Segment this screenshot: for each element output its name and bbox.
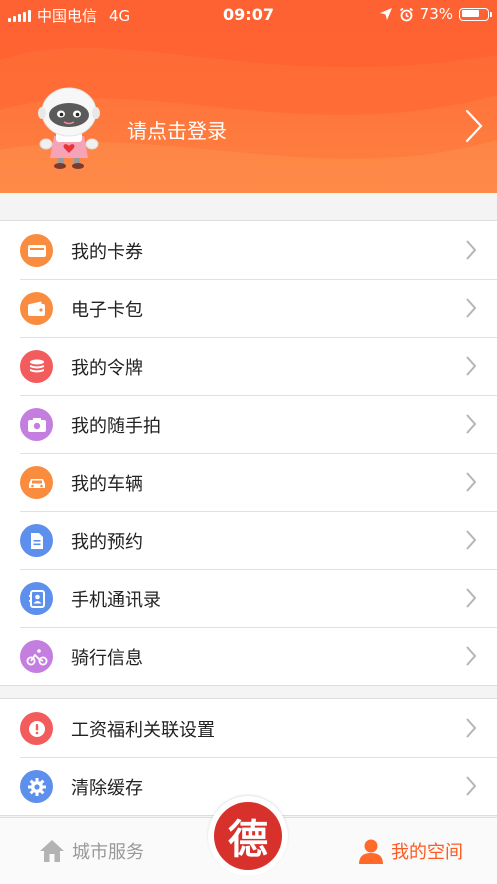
menu-item-snapshot[interactable]: 我的随手拍 (0, 395, 497, 453)
chevron-right-icon (466, 530, 477, 550)
gear-icon (20, 770, 53, 803)
menu-label: 我的卡券 (71, 242, 143, 263)
battery-percent: 73% (419, 5, 453, 23)
chevron-right-icon[interactable] (465, 109, 483, 143)
menu-item-coupons[interactable]: 我的卡券 (0, 221, 497, 279)
login-row[interactable]: 请点击登录 (0, 82, 497, 172)
chevron-right-icon (466, 356, 477, 376)
menu-item-cycling[interactable]: 骑行信息 (0, 627, 497, 685)
menu-label: 我的随手拍 (71, 416, 161, 437)
menu-item-salary-settings[interactable]: 工资福利关联设置 (0, 699, 497, 757)
chevron-right-icon (466, 240, 477, 260)
menu-item-vehicles[interactable]: 我的车辆 (0, 453, 497, 511)
center-logo-button[interactable]: 德 (208, 796, 288, 876)
menu-label: 手机通讯录 (71, 590, 161, 611)
battery-icon (459, 7, 492, 21)
menu-label: 我的预约 (71, 532, 143, 553)
menu-label: 我的车辆 (71, 474, 143, 495)
camera-icon (20, 408, 53, 441)
user-icon (359, 839, 383, 864)
menu-group-personal: 我的卡券 电子卡包 我的令牌 我的随手拍 我的车辆 我的预约 手机通讯录 骑行信… (0, 220, 497, 686)
menu-item-e-wallet[interactable]: 电子卡包 (0, 279, 497, 337)
chevron-right-icon (466, 646, 477, 666)
logo-character: 德 (214, 802, 282, 870)
coin-stack-icon (20, 350, 53, 383)
status-bar: 中国电信 4G 09:07 73% (0, 0, 497, 30)
document-icon (20, 524, 53, 557)
location-arrow-icon (379, 8, 392, 20)
chevron-right-icon (466, 414, 477, 434)
chevron-right-icon (466, 472, 477, 492)
login-prompt[interactable]: 请点击登录 (127, 115, 227, 144)
menu-label: 电子卡包 (71, 300, 143, 321)
tab-label: 城市服务 (72, 842, 144, 863)
menu-label: 骑行信息 (71, 648, 143, 669)
bicycle-icon (20, 640, 53, 673)
alert-icon (20, 712, 53, 745)
chevron-right-icon (466, 718, 477, 738)
alarm-icon (399, 7, 413, 21)
menu-item-tokens[interactable]: 我的令牌 (0, 337, 497, 395)
chevron-right-icon (466, 298, 477, 318)
contacts-icon (20, 582, 53, 615)
menu-item-contacts[interactable]: 手机通讯录 (0, 569, 497, 627)
chevron-right-icon (466, 588, 477, 608)
home-icon (40, 840, 64, 862)
tab-label: 我的空间 (391, 842, 463, 863)
robot-mascot-icon (38, 87, 100, 169)
car-icon (20, 466, 53, 499)
menu-label: 清除缓存 (71, 778, 143, 799)
tab-city-services[interactable]: 城市服务 (38, 818, 144, 884)
ticket-icon (20, 234, 53, 267)
menu-label: 工资福利关联设置 (71, 720, 215, 741)
chevron-right-icon (466, 776, 477, 796)
tab-my-space[interactable]: 我的空间 (357, 818, 463, 884)
menu-item-appointments[interactable]: 我的预约 (0, 511, 497, 569)
menu-label: 我的令牌 (71, 358, 143, 379)
wallet-icon (20, 292, 53, 325)
profile-header: 中国电信 4G 09:07 73% 请点击登录 (0, 0, 497, 193)
